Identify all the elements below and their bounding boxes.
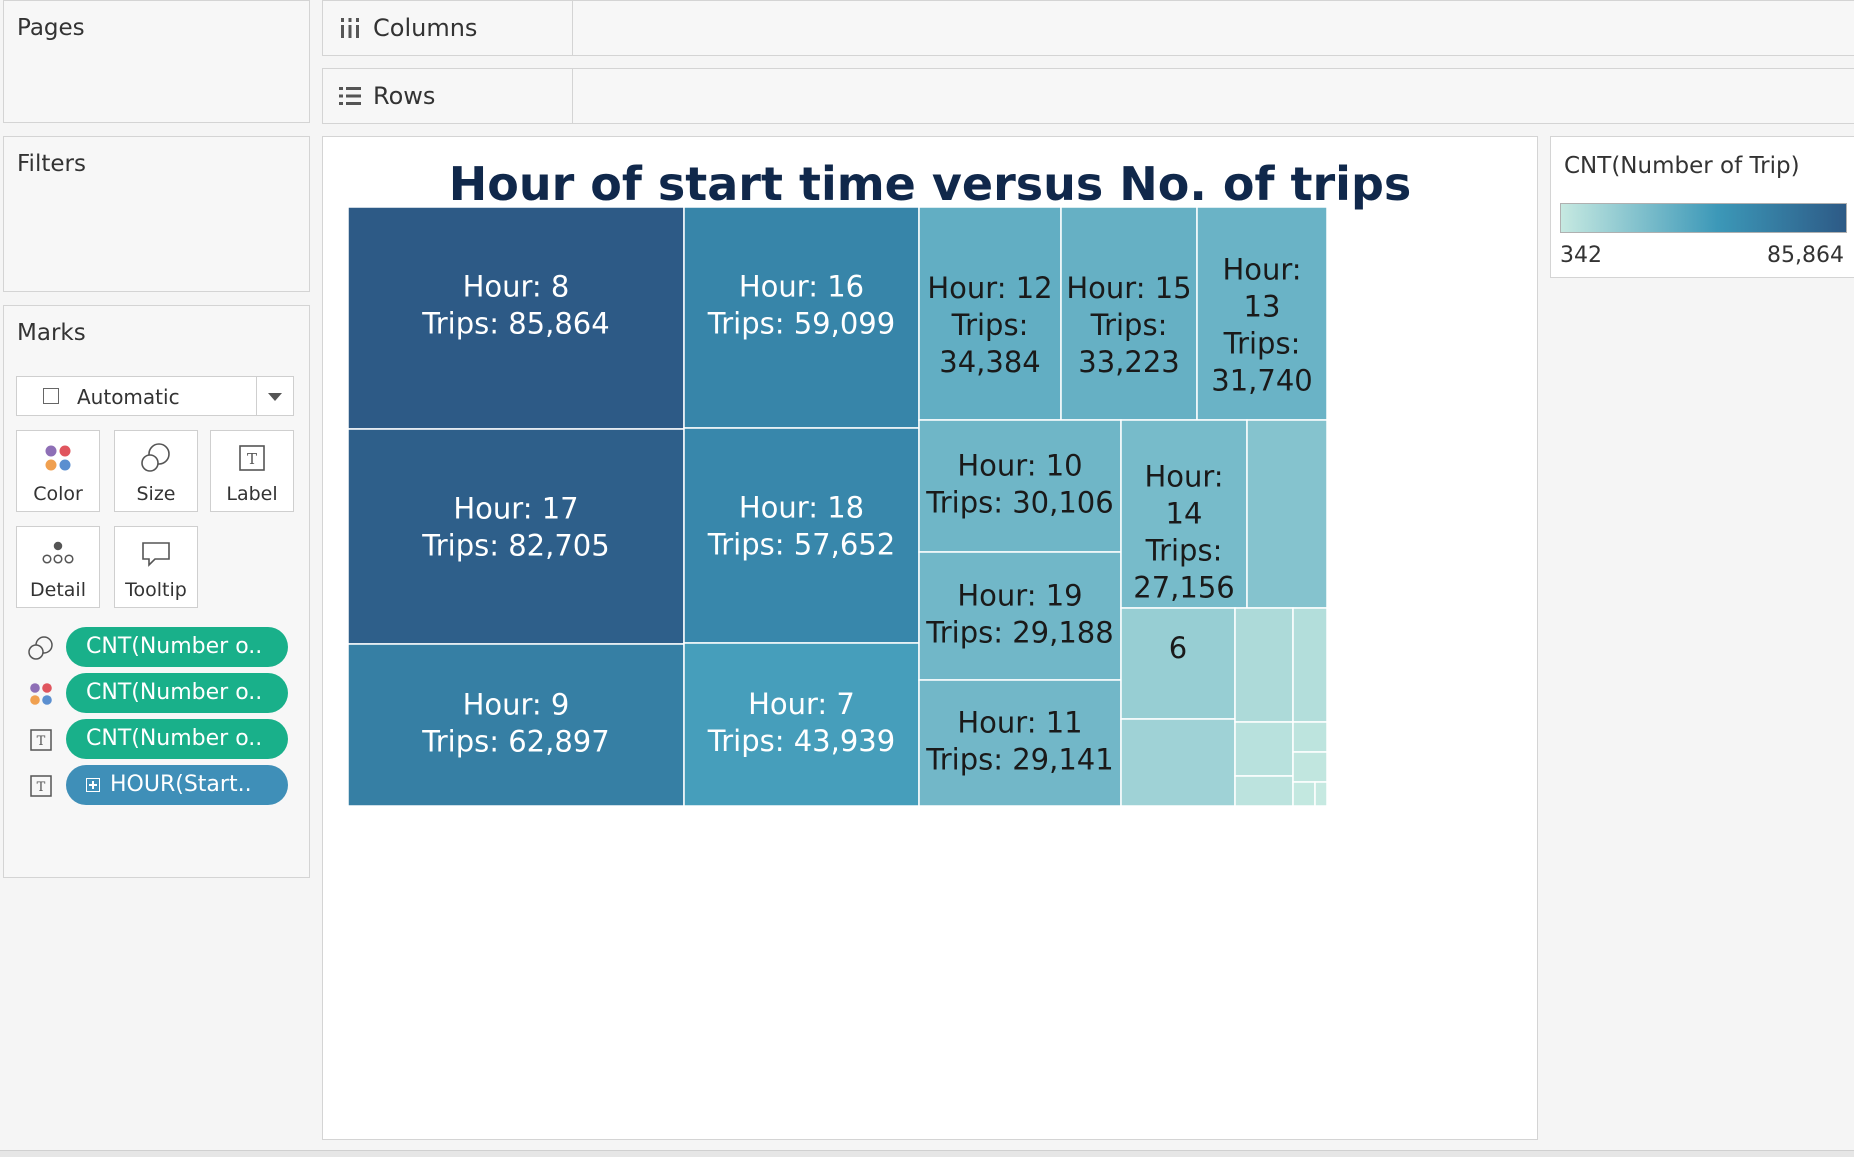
treemap-cell-label: Hour: 11: [957, 706, 1082, 740]
treemap-cell[interactable]: [1234, 775, 1294, 807]
treemap-cell-label: Trips:: [951, 308, 1029, 342]
color-pill[interactable]: CNT(Number o..: [66, 673, 288, 713]
treemap-cell-label: Trips: 29,141: [925, 743, 1113, 777]
treemap-cell-label: Hour: 15: [1066, 271, 1191, 305]
treemap-cell[interactable]: [1234, 607, 1294, 723]
legend-gradient-bar: [1560, 203, 1847, 233]
pill-text: CNT(Number o..: [86, 726, 263, 751]
label-button-label: Label: [226, 483, 278, 505]
legend-title: CNT(Number of Trip): [1564, 153, 1800, 179]
treemap-cell-label: Trips: 30,106: [925, 486, 1113, 520]
treemap-cell-label: Trips: 62,897: [421, 725, 609, 759]
svg-text:T: T: [37, 734, 46, 749]
treemap-cell[interactable]: [1234, 721, 1294, 777]
treemap-cell-label: Hour: 12: [927, 271, 1052, 305]
pages-label: Pages: [17, 15, 85, 41]
treemap-cell-label: Hour:: [1222, 253, 1301, 287]
tooltip-button-label: Tooltip: [125, 579, 187, 601]
treemap-cell-label: 13: [1244, 290, 1281, 324]
label-icon: T: [211, 441, 293, 475]
color-legend: CNT(Number of Trip) 342 85,864: [1550, 136, 1854, 278]
marks-label: Marks: [17, 320, 86, 346]
columns-shelf[interactable]: Columns: [322, 0, 1854, 56]
svg-text:T: T: [37, 780, 46, 795]
hour-label-pill[interactable]: HOUR(Start..: [66, 765, 288, 805]
treemap-cell[interactable]: [1292, 607, 1328, 723]
color-icon: [26, 681, 56, 707]
rows-label: Rows: [373, 82, 436, 110]
treemap-cell-label: Trips: 59,099: [707, 307, 895, 341]
dropdown-divider: [256, 377, 257, 415]
worksheet-view: Hour of start time versus No. of trips H…: [322, 136, 1538, 1140]
treemap-cell-label: Trips: 57,652: [707, 528, 895, 562]
treemap-cell-label: Trips: 29,188: [925, 616, 1113, 650]
size-button-label: Size: [136, 483, 176, 505]
label-button[interactable]: T Label: [210, 430, 294, 512]
pill-text: CNT(Number o..: [86, 634, 263, 659]
treemap-cell-label: 33,223: [1078, 345, 1179, 379]
legend-min-label: 342: [1560, 243, 1602, 268]
color-icon: [17, 441, 99, 475]
treemap-cell-label: Hour: 8: [463, 270, 570, 304]
treemap-cell-label: Trips: 82,705: [421, 529, 609, 563]
treemap-cell-label: 6: [1169, 631, 1187, 665]
treemap-cell-label: Trips:: [1090, 308, 1168, 342]
color-button-label: Color: [33, 483, 83, 505]
treemap-cell[interactable]: [1120, 718, 1236, 807]
treemap-cell[interactable]: [1246, 419, 1328, 609]
tooltip-icon: [115, 537, 197, 571]
treemap-cell[interactable]: [1314, 781, 1328, 807]
size-pill[interactable]: CNT(Number o..: [66, 627, 288, 667]
treemap-cell-label: Hour: 18: [739, 491, 864, 525]
label-icon: T: [26, 773, 56, 799]
tooltip-button[interactable]: Tooltip: [114, 526, 198, 608]
treemap-cell[interactable]: [1292, 781, 1316, 807]
pages-shelf[interactable]: Pages: [3, 0, 310, 123]
treemap-cell-label: Trips: 43,939: [707, 724, 895, 758]
rows-shelf-label: Rows: [323, 69, 573, 123]
label-pill[interactable]: CNT(Number o..: [66, 719, 288, 759]
rows-icon: [335, 84, 365, 108]
filters-label: Filters: [17, 151, 86, 177]
treemap-cell-label: Hour: 16: [739, 270, 864, 304]
treemap-cell-label: Hour: 19: [957, 579, 1082, 613]
size-button[interactable]: Size: [114, 430, 198, 512]
svg-text:T: T: [247, 450, 257, 468]
columns-shelf-label: Columns: [323, 1, 573, 55]
filters-shelf[interactable]: Filters: [3, 136, 310, 292]
detail-button[interactable]: Detail: [16, 526, 100, 608]
treemap-cell-label: Trips: 85,864: [421, 307, 609, 341]
treemap-chart: Hour: 8Trips: 85,864 Hour: 17Trips: 82,70…: [347, 206, 1328, 807]
chevron-down-icon: [268, 393, 282, 401]
treemap-cell-label: 31,740: [1211, 364, 1312, 398]
columns-icon: [335, 16, 365, 40]
legend-max-label: 85,864: [1767, 243, 1844, 268]
mark-type-checkbox-icon: [43, 388, 59, 404]
columns-label: Columns: [373, 14, 478, 42]
treemap-cell[interactable]: [1292, 721, 1328, 753]
treemap-cell-label: Hour: 7: [748, 687, 855, 721]
expand-plus-icon: [86, 778, 100, 792]
size-icon: [115, 441, 197, 475]
treemap-cell-label: Hour: 10: [957, 449, 1082, 483]
size-icon: [26, 635, 56, 661]
treemap-cell-label: Trips:: [1145, 534, 1223, 568]
treemap-cell-label: Trips:: [1223, 327, 1301, 361]
mark-type-value: Automatic: [77, 385, 180, 409]
label-icon: T: [26, 727, 56, 753]
treemap-cell-label: Hour: 17: [453, 492, 578, 526]
detail-icon: [17, 537, 99, 571]
pill-text: CNT(Number o..: [86, 680, 263, 705]
treemap-cell-label: 27,156: [1133, 571, 1234, 605]
treemap-cell[interactable]: [1292, 751, 1328, 783]
mark-type-dropdown[interactable]: Automatic: [16, 376, 294, 416]
treemap-cell-label: Hour: 9: [463, 688, 570, 722]
rows-shelf[interactable]: Rows: [322, 68, 1854, 124]
treemap-cell-label: 34,384: [939, 345, 1040, 379]
treemap-cell-label: 14: [1166, 497, 1203, 531]
pill-text: HOUR(Start..: [110, 772, 252, 797]
color-button[interactable]: Color: [16, 430, 100, 512]
treemap-cell-label: Hour:: [1144, 460, 1223, 494]
detail-button-label: Detail: [30, 579, 86, 601]
